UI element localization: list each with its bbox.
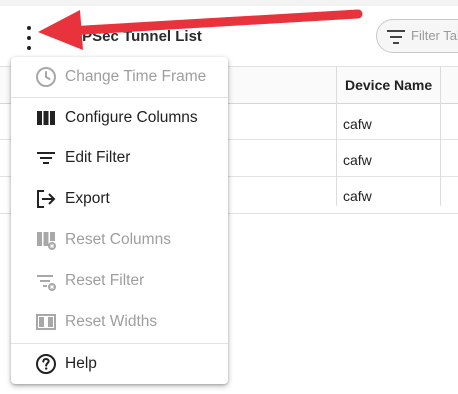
reset-filter-icon bbox=[37, 275, 56, 291]
options-menu: Change Time Frame Configure Columns Edit… bbox=[11, 57, 228, 384]
filter-search-box[interactable] bbox=[376, 19, 458, 53]
column-divider[interactable] bbox=[440, 66, 441, 206]
menu-item-label: Help bbox=[65, 355, 97, 372]
top-strip bbox=[0, 0, 458, 6]
more-options-icon[interactable] bbox=[22, 26, 36, 50]
menu-item-label: Change Time Frame bbox=[65, 68, 207, 85]
menu-item-reset-widths[interactable]: Reset Widths bbox=[11, 302, 228, 342]
device-name-cell: cafw bbox=[343, 116, 372, 132]
clock-icon bbox=[36, 67, 56, 87]
columns-icon bbox=[37, 111, 55, 125]
menu-item-reset-filter[interactable]: Reset Filter bbox=[11, 261, 228, 301]
menu-item-configure-columns[interactable]: Configure Columns bbox=[11, 98, 228, 138]
menu-item-label: Reset Columns bbox=[65, 231, 171, 248]
export-icon bbox=[37, 190, 56, 208]
device-name-cell: cafw bbox=[343, 188, 372, 204]
menu-item-reset-columns[interactable]: Reset Columns bbox=[11, 220, 228, 260]
menu-item-export[interactable]: Export bbox=[11, 179, 228, 219]
menu-item-label: Reset Filter bbox=[65, 272, 145, 289]
reset-columns-icon bbox=[37, 232, 56, 250]
device-name-cell: cafw bbox=[343, 152, 372, 168]
filter-input[interactable] bbox=[411, 28, 458, 43]
menu-item-label: Reset Widths bbox=[65, 313, 158, 330]
menu-item-label: Export bbox=[65, 190, 110, 207]
menu-item-label: Edit Filter bbox=[65, 149, 131, 166]
menu-item-label: Configure Columns bbox=[65, 109, 198, 126]
page-title: IPSec Tunnel List bbox=[78, 28, 202, 45]
filter-icon bbox=[387, 30, 405, 44]
reset-widths-icon bbox=[36, 314, 56, 330]
help-icon bbox=[36, 354, 56, 374]
filter-icon bbox=[37, 152, 55, 164]
menu-item-edit-filter[interactable]: Edit Filter bbox=[11, 138, 228, 178]
menu-item-change-time-frame[interactable]: Change Time Frame bbox=[11, 57, 228, 97]
menu-item-help[interactable]: Help bbox=[11, 344, 228, 384]
ipsec-tunnel-panel: IPSec Tunnel List Device Name cafw cafw … bbox=[0, 0, 458, 394]
column-header-device-name[interactable]: Device Name bbox=[345, 77, 432, 93]
column-divider[interactable] bbox=[336, 66, 337, 206]
